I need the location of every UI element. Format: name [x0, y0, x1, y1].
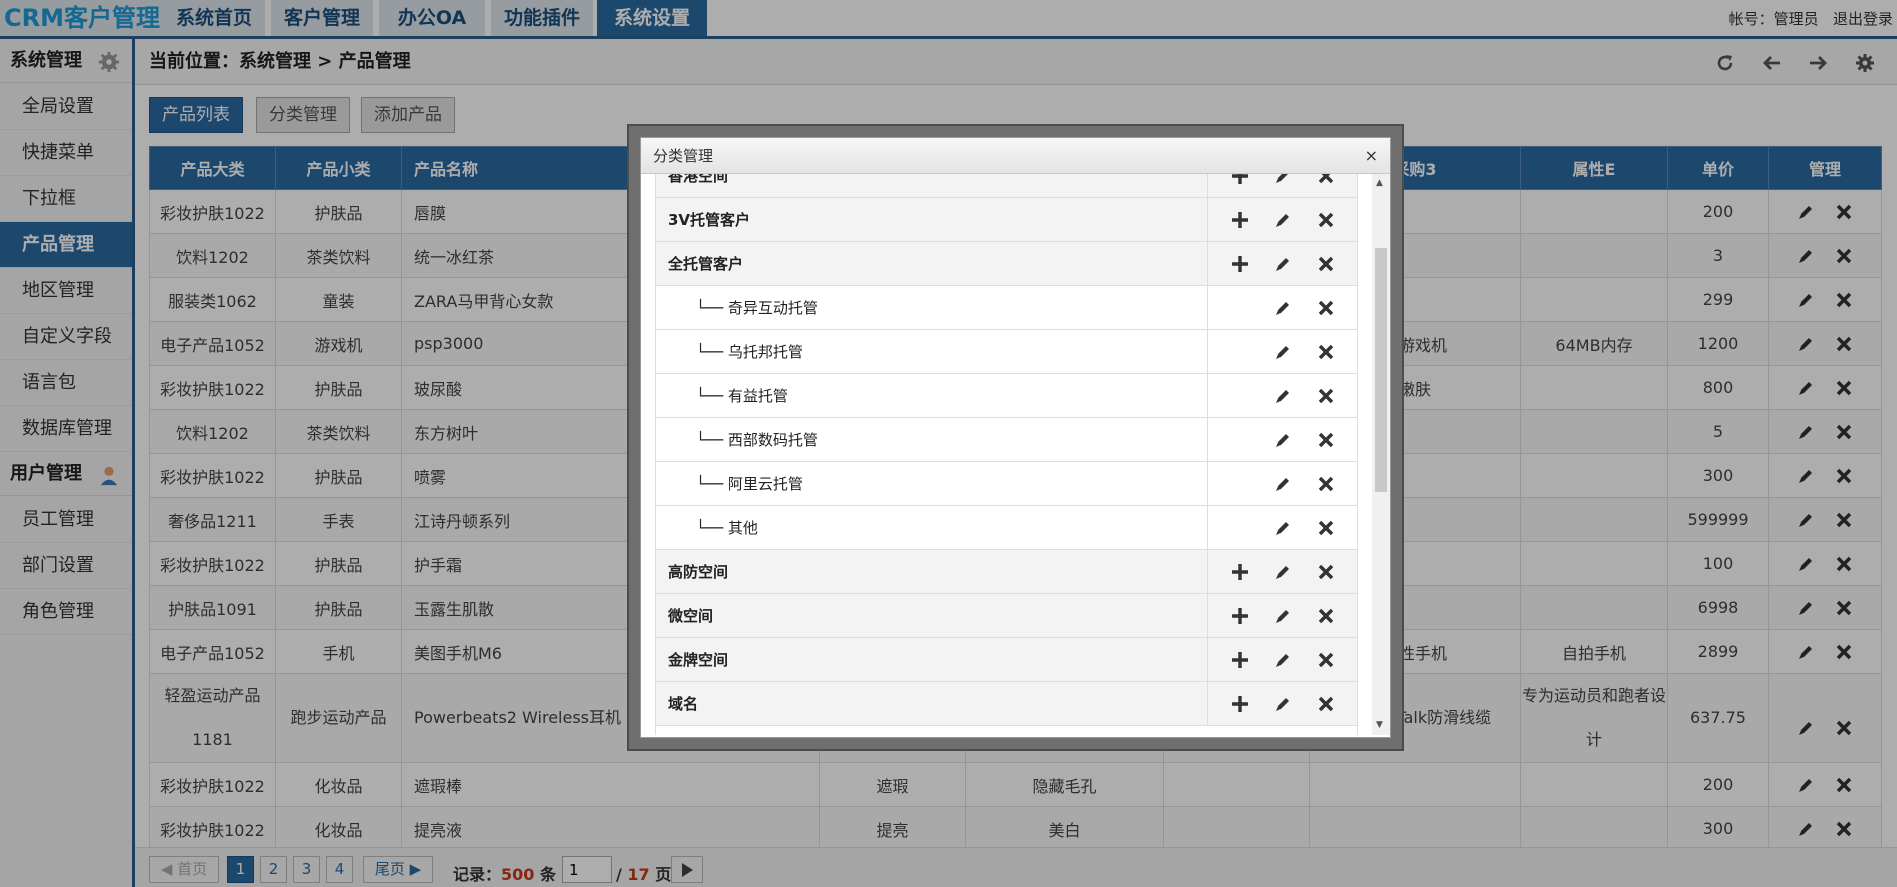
column-divider: [1207, 682, 1208, 726]
column-divider: [1207, 174, 1208, 198]
column-divider: [1207, 594, 1208, 638]
dialog-title-text: 分类管理: [653, 147, 714, 165]
delete-icon[interactable]: [1317, 519, 1335, 537]
add-icon[interactable]: [1231, 651, 1249, 669]
scroll-down-icon[interactable]: ▼: [1376, 720, 1383, 730]
edit-icon[interactable]: [1274, 475, 1292, 493]
column-divider: [1207, 374, 1208, 418]
edit-icon[interactable]: [1274, 431, 1292, 449]
edit-icon[interactable]: [1274, 255, 1292, 273]
category-name: 域名: [668, 695, 699, 713]
category-row: └── 有益托管: [656, 374, 1357, 418]
category-dialog: 分类管理 × 香港空间 3V托管客户 全托管客户 └── 奇异互动托管 └── 乌托邦托…: [640, 137, 1391, 738]
category-name: 3V托管客户: [668, 211, 751, 229]
scroll-up-icon[interactable]: ▲: [1376, 178, 1383, 188]
delete-icon[interactable]: [1317, 695, 1335, 713]
column-divider: [1207, 550, 1208, 594]
category-name: └── 其他: [696, 519, 758, 537]
dialog-title: 分类管理 ×: [641, 138, 1390, 174]
delete-icon[interactable]: [1317, 343, 1335, 361]
edit-icon[interactable]: [1274, 563, 1292, 581]
column-divider: [1207, 198, 1208, 242]
delete-icon[interactable]: [1317, 255, 1335, 273]
column-divider: [1207, 418, 1208, 462]
category-name: 全托管客户: [668, 255, 744, 273]
edit-icon[interactable]: [1274, 651, 1292, 669]
dialog-scrollbar[interactable]: ▲ ▼: [1372, 174, 1390, 735]
category-row: 微空间: [656, 594, 1357, 638]
delete-icon[interactable]: [1317, 299, 1335, 317]
category-name: 微空间: [668, 607, 714, 625]
edit-icon[interactable]: [1274, 695, 1292, 713]
delete-icon[interactable]: [1317, 563, 1335, 581]
edit-icon[interactable]: [1274, 299, 1292, 317]
delete-icon[interactable]: [1317, 387, 1335, 405]
category-row: └── 其他: [656, 506, 1357, 550]
edit-icon[interactable]: [1274, 387, 1292, 405]
add-icon[interactable]: [1231, 174, 1249, 185]
column-divider: [1207, 462, 1208, 506]
edit-icon[interactable]: [1274, 211, 1292, 229]
category-row: └── 西部数码托管: [656, 418, 1357, 462]
add-icon[interactable]: [1231, 607, 1249, 625]
column-divider: [1207, 242, 1208, 286]
column-divider: [1207, 286, 1208, 330]
delete-icon[interactable]: [1317, 607, 1335, 625]
category-name: 香港空间: [668, 174, 729, 185]
column-divider: [1207, 330, 1208, 374]
edit-icon[interactable]: [1274, 607, 1292, 625]
category-row: 3V托管客户: [656, 198, 1357, 242]
add-icon[interactable]: [1231, 255, 1249, 273]
edit-icon[interactable]: [1274, 174, 1292, 185]
dialog-close-button[interactable]: ×: [1365, 138, 1378, 174]
category-row: └── 乌托邦托管: [656, 330, 1357, 374]
category-name: └── 奇异互动托管: [696, 299, 818, 317]
delete-icon[interactable]: [1317, 431, 1335, 449]
category-row: 香港空间: [656, 174, 1357, 198]
category-row: 全托管客户: [656, 242, 1357, 286]
category-row: 域名: [656, 682, 1357, 726]
delete-icon[interactable]: [1317, 211, 1335, 229]
column-divider: [1207, 506, 1208, 550]
category-row: 高防空间: [656, 550, 1357, 594]
category-list: 香港空间 3V托管客户 全托管客户 └── 奇异互动托管 └── 乌托邦托管 └── 有益…: [655, 174, 1358, 735]
scrollbar-thumb[interactable]: [1375, 248, 1387, 492]
delete-icon[interactable]: [1317, 475, 1335, 493]
edit-icon[interactable]: [1274, 519, 1292, 537]
add-icon[interactable]: [1231, 211, 1249, 229]
delete-icon[interactable]: [1317, 174, 1335, 185]
category-row: 金牌空间: [656, 638, 1357, 682]
category-row: └── 奇异互动托管: [656, 286, 1357, 330]
category-name: └── 乌托邦托管: [696, 343, 803, 361]
add-icon[interactable]: [1231, 563, 1249, 581]
category-name: └── 西部数码托管: [696, 431, 818, 449]
category-name: 高防空间: [668, 563, 729, 581]
edit-icon[interactable]: [1274, 343, 1292, 361]
category-row: └── 阿里云托管: [656, 462, 1357, 506]
column-divider: [1207, 638, 1208, 682]
delete-icon[interactable]: [1317, 651, 1335, 669]
add-icon[interactable]: [1231, 695, 1249, 713]
category-name: └── 阿里云托管: [696, 475, 803, 493]
category-name: 金牌空间: [668, 651, 729, 669]
category-name: └── 有益托管: [696, 387, 788, 405]
